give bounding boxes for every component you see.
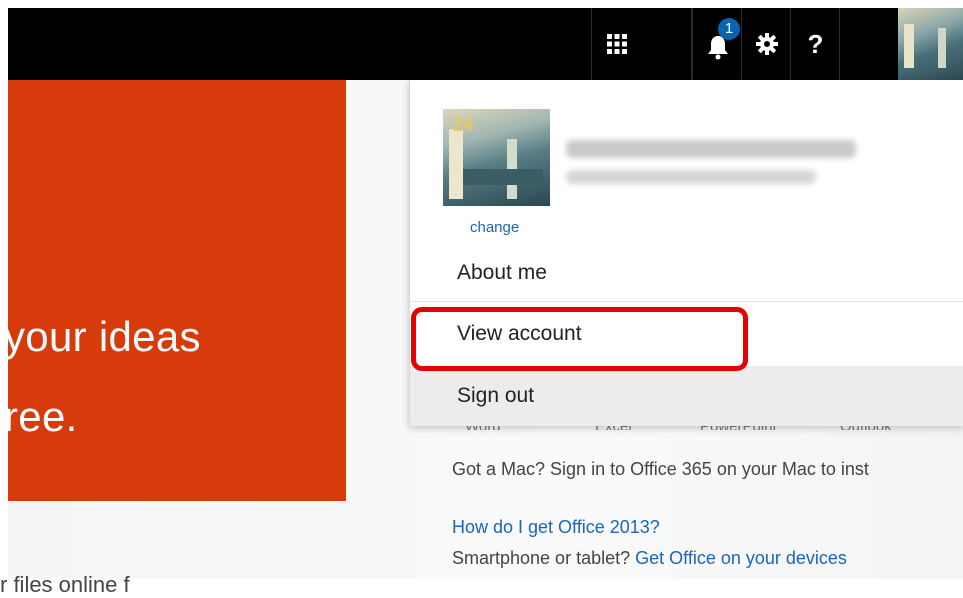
user-avatar-button[interactable] <box>898 8 963 80</box>
user-email-blurred <box>566 170 816 184</box>
profile-photo[interactable]: 24 <box>443 109 550 206</box>
hero-subtext: r files online f <box>0 572 130 597</box>
menu-item-label: Sign out <box>457 384 535 407</box>
get-office-devices-link[interactable]: Get Office on your devices <box>635 548 847 568</box>
help-icon: ? <box>807 29 824 59</box>
photo-badge: 24 <box>453 115 474 135</box>
phone-tablet-text: Smartphone or tablet? Get Office on your… <box>452 548 847 569</box>
photo-detail <box>449 129 463 199</box>
gear-icon <box>755 33 778 55</box>
notifications-button[interactable]: 1 <box>692 8 742 80</box>
hero-banner: your ideas ree. <box>4 80 346 501</box>
photo-detail <box>463 169 543 185</box>
help-button[interactable]: ? <box>790 8 840 80</box>
mac-install-text: Got a Mac? Sign in to Office 365 on your… <box>452 459 869 479</box>
hero-line-1: your ideas <box>4 313 201 360</box>
menu-divider <box>410 301 963 302</box>
user-name-blurred <box>566 140 856 158</box>
avatar-image-detail <box>904 24 914 68</box>
topbar-spacer <box>839 8 898 80</box>
menu-item-sign-out[interactable]: Sign out <box>410 366 963 426</box>
notification-count-badge: 1 <box>718 18 740 40</box>
office-2013-link[interactable]: How do I get Office 2013? <box>452 517 660 538</box>
app-launcher-icon <box>606 34 627 54</box>
phone-tablet-label: Smartphone or tablet? <box>452 548 631 568</box>
menu-item-view-account[interactable]: View account <box>410 304 963 364</box>
change-photo-link[interactable]: change <box>470 219 519 236</box>
app-launcher-button[interactable] <box>591 8 641 80</box>
account-menu: 24 change About me View account Sign out <box>409 80 963 426</box>
top-bar: 1 ? <box>8 8 963 80</box>
settings-button[interactable] <box>741 8 791 80</box>
hero-line-2: ree. <box>4 393 78 440</box>
menu-item-label: View account <box>457 322 582 345</box>
menu-item-about-me[interactable]: About me <box>410 242 963 302</box>
avatar-image-detail <box>938 28 946 68</box>
menu-item-label: About me <box>457 261 547 284</box>
